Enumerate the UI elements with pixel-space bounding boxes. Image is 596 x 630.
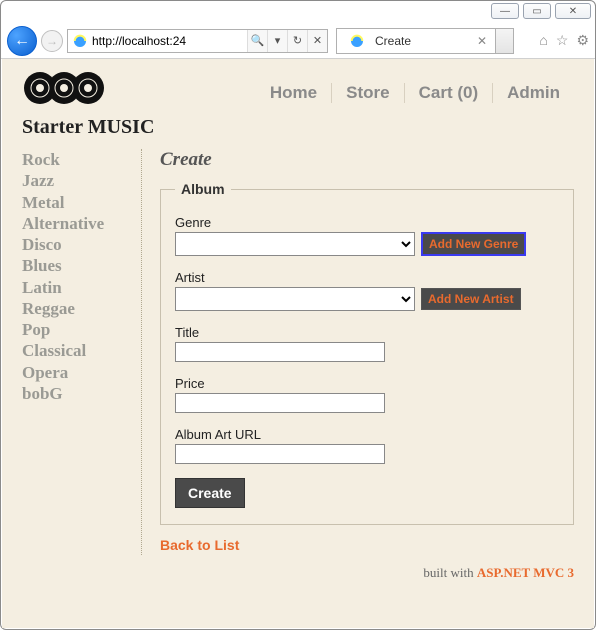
site-header: Starter MUSIC Home Store Cart (0) Admin — [22, 69, 574, 139]
search-icon[interactable]: 🔍 — [247, 30, 267, 52]
window-close-button[interactable]: ✕ — [555, 3, 591, 19]
artist-row: Artist Add New Artist — [175, 270, 559, 311]
window-buttons: — ▭ ✕ — [491, 3, 591, 19]
sidebar-item[interactable]: Disco — [22, 234, 127, 255]
sidebar-item[interactable]: Rock — [22, 149, 127, 170]
title-input[interactable] — [175, 342, 385, 362]
sidebar-item[interactable]: bobG — [22, 383, 127, 404]
url-input[interactable] — [92, 30, 247, 52]
tab-close-icon[interactable]: ✕ — [477, 34, 487, 48]
window-minimize-button[interactable]: — — [491, 3, 519, 19]
sidebar-item[interactable]: Opera — [22, 362, 127, 383]
nav-store[interactable]: Store — [332, 83, 404, 103]
dropdown-icon[interactable]: ▾ — [267, 30, 287, 52]
genre-select[interactable] — [175, 232, 415, 256]
price-label: Price — [175, 376, 559, 391]
nav-admin[interactable]: Admin — [493, 83, 574, 103]
refresh-icon[interactable]: ↻ — [287, 30, 307, 52]
tab-create[interactable]: Create ✕ — [336, 28, 496, 54]
sidebar-item[interactable]: Alternative — [22, 213, 127, 234]
nav-cart[interactable]: Cart (0) — [405, 83, 494, 103]
address-bar[interactable]: 🔍 ▾ ↻ ✕ — [67, 29, 328, 53]
address-buttons: 🔍 ▾ ↻ ✕ — [247, 30, 327, 52]
add-artist-button[interactable]: Add New Artist — [421, 288, 521, 310]
settings-gear-icon[interactable]: ⚙ — [576, 32, 589, 49]
site-title: Starter MUSIC — [22, 116, 154, 139]
top-nav: Home Store Cart (0) Admin — [256, 83, 574, 103]
arturl-row: Album Art URL — [175, 427, 559, 464]
title-label: Title — [175, 325, 559, 340]
sidebar-item[interactable]: Metal — [22, 192, 127, 213]
fieldset-legend: Album — [175, 181, 231, 197]
main-panel: Create Album Genre Add New Genre Artist … — [142, 149, 574, 555]
logo-block: Starter MUSIC — [22, 69, 154, 139]
records-logo-icon — [22, 69, 112, 107]
sidebar-item[interactable]: Latin — [22, 277, 127, 298]
sidebar-item[interactable]: Pop — [22, 319, 127, 340]
window-titlebar: — ▭ ✕ — [1, 1, 595, 23]
nav-home[interactable]: Home — [256, 83, 332, 103]
price-input[interactable] — [175, 393, 385, 413]
home-icon[interactable]: ⌂ — [539, 32, 547, 49]
arturl-input[interactable] — [175, 444, 385, 464]
add-genre-button[interactable]: Add New Genre — [421, 232, 526, 256]
favorites-icon[interactable]: ☆ — [556, 32, 569, 49]
back-button[interactable]: ← — [7, 26, 37, 56]
stop-icon[interactable]: ✕ — [307, 30, 327, 52]
browser-tool-icons: ⌂ ☆ ⚙ — [539, 32, 589, 49]
arturl-label: Album Art URL — [175, 427, 559, 442]
ie-icon — [348, 32, 366, 50]
genre-label: Genre — [175, 215, 559, 230]
window-maximize-button[interactable]: ▭ — [523, 3, 551, 19]
new-tab-button[interactable] — [496, 28, 514, 54]
page-body: Starter MUSIC Home Store Cart (0) Admin … — [2, 59, 594, 628]
back-to-list-link[interactable]: Back to List — [160, 537, 239, 553]
price-row: Price — [175, 376, 559, 413]
genre-row: Genre Add New Genre — [175, 215, 559, 256]
artist-select[interactable] — [175, 287, 415, 311]
tab-label: Create — [375, 34, 411, 48]
tab-strip: Create ✕ — [336, 28, 514, 54]
sidebar-item[interactable]: Blues — [22, 255, 127, 276]
footer-text: built with — [423, 565, 476, 580]
ie-icon — [71, 32, 89, 50]
artist-label: Artist — [175, 270, 559, 285]
sidebar-item[interactable]: Reggae — [22, 298, 127, 319]
genre-sidebar: Rock Jazz Metal Alternative Disco Blues … — [22, 149, 142, 555]
sidebar-item[interactable]: Classical — [22, 340, 127, 361]
title-row: Title — [175, 325, 559, 362]
browser-toolbar: ← → 🔍 ▾ ↻ ✕ Create ✕ ⌂ ☆ ⚙ — [1, 23, 595, 59]
footer-link[interactable]: ASP.NET MVC 3 — [477, 565, 574, 580]
footer: built with ASP.NET MVC 3 — [22, 565, 574, 581]
create-button[interactable]: Create — [175, 478, 245, 508]
page-heading: Create — [160, 149, 574, 171]
sidebar-item[interactable]: Jazz — [22, 170, 127, 191]
forward-button[interactable]: → — [41, 30, 63, 52]
content-row: Rock Jazz Metal Alternative Disco Blues … — [22, 149, 574, 555]
album-fieldset: Album Genre Add New Genre Artist Add New… — [160, 181, 574, 525]
